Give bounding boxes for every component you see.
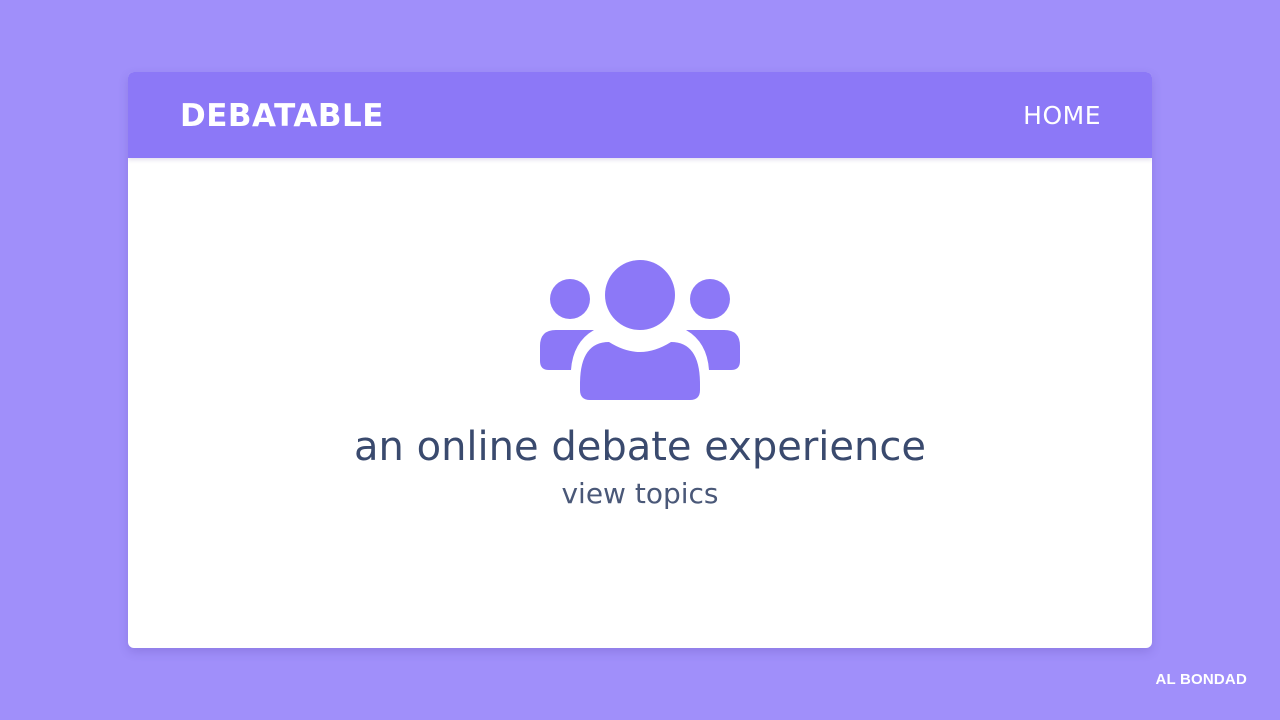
view-topics-link[interactable]: view topics bbox=[561, 477, 718, 510]
app-window: DEBATABLE HOME an online debate experien… bbox=[128, 72, 1152, 648]
users-group-icon bbox=[540, 260, 740, 400]
hero-tagline: an online debate experience bbox=[354, 424, 926, 470]
author-credit: AL BONDAD bbox=[1155, 671, 1247, 688]
nav-home-link[interactable]: HOME bbox=[1023, 98, 1101, 134]
brand-logo[interactable]: DEBATABLE bbox=[180, 96, 384, 136]
view-topics-container: view topics bbox=[128, 476, 1152, 512]
navbar: DEBATABLE HOME bbox=[128, 72, 1152, 158]
